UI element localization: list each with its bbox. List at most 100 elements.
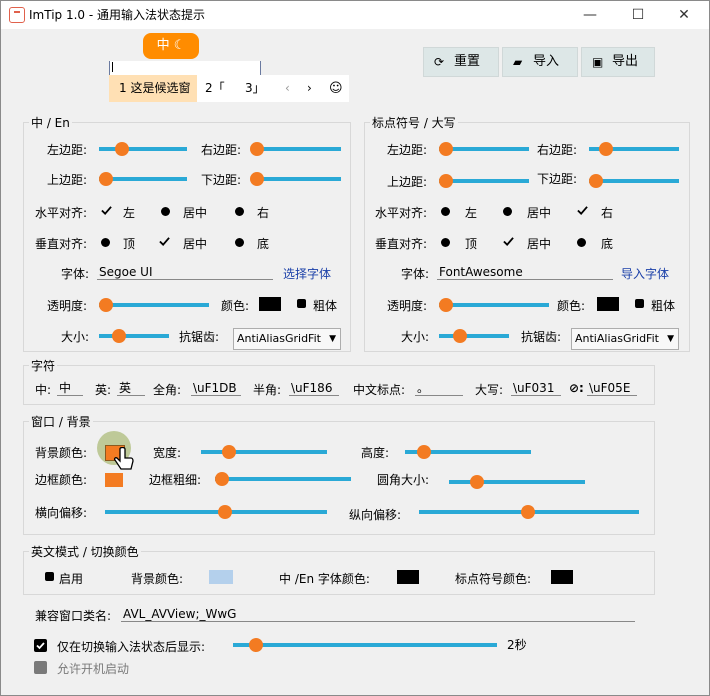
- top-margin-label: 上边距:: [47, 173, 88, 187]
- maximize-icon[interactable]: ☐: [615, 1, 661, 29]
- show-after-switch-checkbox[interactable]: [34, 639, 47, 652]
- p-h-align-right-label: 右: [601, 206, 614, 220]
- hand-cursor-icon: [113, 446, 135, 475]
- p-v-align-top-radio[interactable]: [441, 238, 450, 247]
- candidate-2[interactable]: 2「: [205, 75, 225, 102]
- prev-page-icon[interactable]: ‹: [285, 75, 290, 102]
- p-left-margin-label: 左边距:: [387, 143, 428, 157]
- compat-class-field[interactable]: AVL_AVView;_WwG: [121, 606, 635, 622]
- p-bottom-margin-label: 下边距:: [537, 172, 578, 186]
- v-align-label: 垂直对齐:: [35, 237, 88, 251]
- next-page-icon[interactable]: ›: [307, 75, 312, 102]
- h-offset-slider[interactable]: [105, 510, 327, 514]
- bottom-margin-slider[interactable]: [253, 177, 341, 181]
- export-button[interactable]: ▣ 导出: [581, 47, 655, 77]
- p-h-align-center-radio[interactable]: [503, 207, 512, 216]
- left-margin-slider[interactable]: [99, 147, 187, 151]
- bold-checkbox[interactable]: [297, 299, 306, 308]
- zh-char-label: 中:: [35, 383, 52, 397]
- h-align-left-radio[interactable]: [101, 205, 112, 219]
- h-align-center-radio[interactable]: [161, 207, 170, 216]
- border-color-swatch[interactable]: [105, 473, 123, 487]
- p-left-margin-thumb[interactable]: [439, 142, 453, 156]
- left-margin-thumb[interactable]: [115, 142, 129, 156]
- p-h-align-left-radio[interactable]: [441, 207, 450, 216]
- reset-button[interactable]: ⟳ 重置: [423, 47, 499, 77]
- border-width-thumb[interactable]: [215, 472, 229, 486]
- width-thumb[interactable]: [222, 445, 236, 459]
- p-top-margin-thumb[interactable]: [439, 174, 453, 188]
- radius-thumb[interactable]: [470, 475, 484, 489]
- p-size-thumb[interactable]: [453, 329, 467, 343]
- height-label: 高度:: [361, 446, 390, 460]
- p-font-color-swatch[interactable]: [597, 297, 619, 311]
- v-align-bottom-radio[interactable]: [235, 238, 244, 247]
- right-margin-label: 右边距:: [201, 143, 242, 157]
- emoji-icon[interactable]: ☺: [329, 75, 343, 102]
- opacity-thumb[interactable]: [99, 298, 113, 312]
- opacity-slider[interactable]: [99, 303, 209, 307]
- disabled-symbol-field[interactable]: \uF05E: [587, 380, 637, 396]
- en-bg-color-swatch[interactable]: [209, 570, 233, 584]
- bottom-margin-thumb[interactable]: [250, 172, 264, 186]
- show-after-switch-label: 仅在切换输入法状态后显示:: [57, 640, 206, 654]
- en-char-field[interactable]: 英: [117, 380, 145, 396]
- p-v-align-center-radio[interactable]: [503, 236, 514, 250]
- window-title: ImTip 1.0 - 通用输入法状态提示: [29, 8, 205, 22]
- close-icon[interactable]: ✕: [661, 1, 707, 29]
- compat-class-label: 兼容窗口类名:: [35, 609, 112, 623]
- cn-punct-field[interactable]: 。: [415, 380, 463, 396]
- halfwidth-field[interactable]: \uF186: [289, 380, 339, 396]
- p-v-align-bottom-radio[interactable]: [577, 238, 586, 247]
- import-font-link[interactable]: 导入字体: [621, 265, 669, 282]
- caps-field[interactable]: \uF031: [511, 380, 561, 396]
- p-font-field[interactable]: FontAwesome: [437, 264, 613, 280]
- antialias-select[interactable]: AntiAliasGridFit ▼: [233, 328, 341, 350]
- p-antialias-label: 抗锯齿:: [521, 330, 562, 344]
- p-opacity-thumb[interactable]: [439, 298, 453, 312]
- p-opacity-slider[interactable]: [439, 303, 549, 307]
- en-mode-enable-checkbox[interactable]: [45, 572, 54, 581]
- duration-slider[interactable]: [233, 643, 497, 647]
- right-margin-slider[interactable]: [253, 147, 341, 151]
- v-align-top-radio[interactable]: [101, 238, 110, 247]
- en-font-color-swatch[interactable]: [397, 570, 419, 584]
- top-margin-thumb[interactable]: [99, 172, 113, 186]
- font-color-swatch[interactable]: [259, 297, 281, 311]
- p-size-slider[interactable]: [439, 334, 509, 338]
- duration-thumb[interactable]: [249, 638, 263, 652]
- candidate-3[interactable]: 3」: [245, 75, 265, 102]
- size-thumb[interactable]: [112, 329, 126, 343]
- font-field[interactable]: Segoe UI: [97, 264, 273, 280]
- size-label: 大小:: [61, 330, 90, 344]
- p-v-align-top-label: 顶: [465, 237, 478, 251]
- v-offset-thumb[interactable]: [521, 505, 535, 519]
- choose-font-link[interactable]: 选择字体: [283, 265, 331, 282]
- p-antialias-select[interactable]: AntiAliasGridFit ▼: [571, 328, 679, 350]
- p-h-align-right-radio[interactable]: [577, 205, 588, 219]
- group-chars-title: 字符: [29, 357, 58, 374]
- p-bold-checkbox[interactable]: [635, 299, 644, 308]
- font-label: 字体:: [61, 267, 90, 281]
- border-width-slider[interactable]: [215, 477, 351, 481]
- en-punct-color-swatch[interactable]: [551, 570, 573, 584]
- size-slider[interactable]: [99, 334, 169, 338]
- v-align-bottom-label: 底: [257, 237, 270, 251]
- v-align-center-radio[interactable]: [159, 236, 170, 250]
- autostart-checkbox[interactable]: [34, 661, 47, 674]
- p-bold-label: 粗体: [651, 299, 676, 313]
- h-offset-thumb[interactable]: [218, 505, 232, 519]
- h-align-right-radio[interactable]: [235, 207, 244, 216]
- import-button[interactable]: ▰ 导入: [502, 47, 578, 77]
- zh-char-field[interactable]: 中: [57, 380, 83, 396]
- right-margin-thumb[interactable]: [250, 142, 264, 156]
- p-color-label: 颜色:: [557, 299, 586, 313]
- fullwidth-field[interactable]: \uF1DB: [191, 380, 241, 396]
- width-slider[interactable]: [201, 450, 327, 454]
- p-right-margin-thumb[interactable]: [599, 142, 613, 156]
- minimize-icon[interactable]: —: [567, 1, 613, 29]
- height-thumb[interactable]: [417, 445, 431, 459]
- candidate-1[interactable]: 1 这是候选窗: [109, 75, 197, 102]
- p-bottom-margin-thumb[interactable]: [589, 174, 603, 188]
- width-label: 宽度:: [153, 446, 182, 460]
